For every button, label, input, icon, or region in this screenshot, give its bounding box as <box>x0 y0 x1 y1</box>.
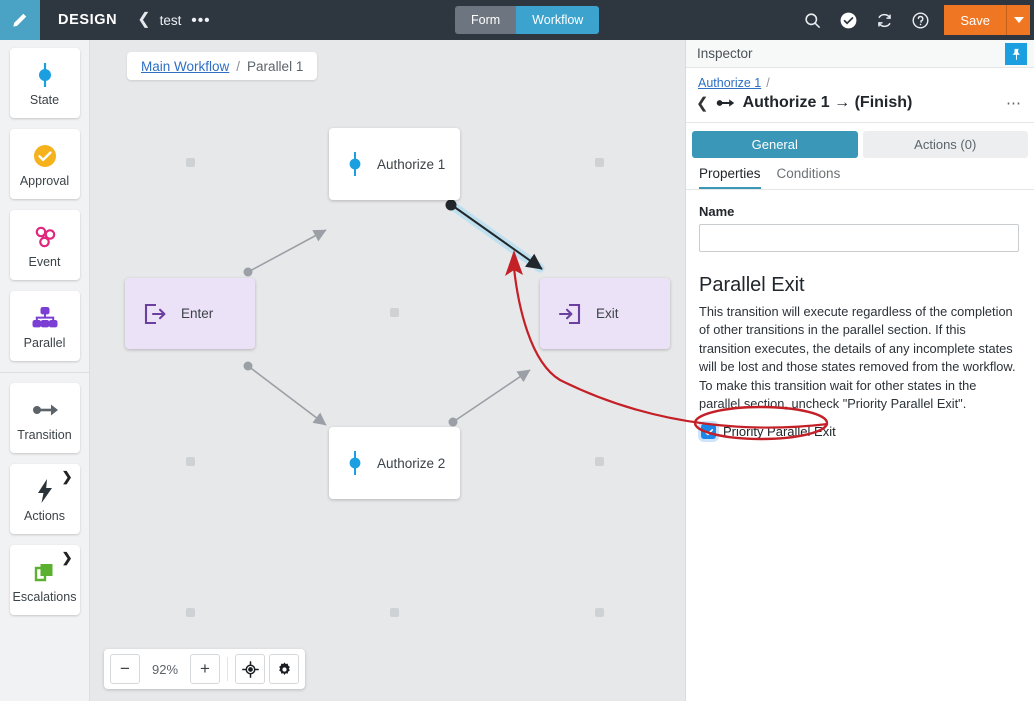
refresh-icon[interactable] <box>866 0 902 40</box>
node-label: Exit <box>596 306 619 321</box>
exit-box-icon <box>558 303 581 324</box>
palette-divider <box>0 372 90 373</box>
canvas-settings-button[interactable] <box>269 654 299 684</box>
transition-arrow-icon <box>30 395 60 425</box>
node-label: Authorize 1 <box>377 156 446 172</box>
node-enter[interactable]: Enter <box>125 278 255 349</box>
breadcrumb-separator: / <box>236 58 241 74</box>
palette-item-approval[interactable]: Approval <box>9 129 80 199</box>
inspector-title: Inspector <box>697 46 753 61</box>
lightning-bolt-icon <box>34 476 56 506</box>
project-name[interactable]: test <box>160 13 182 28</box>
node-label: Authorize 2 <box>377 455 446 471</box>
escalation-squares-icon <box>31 557 59 587</box>
inspector-tabs: General Actions (0) <box>686 123 1034 158</box>
palette-label: Transition <box>17 427 72 442</box>
priority-parallel-exit-checkbox[interactable] <box>701 424 716 440</box>
approval-check-icon <box>32 141 58 171</box>
recenter-button[interactable] <box>235 654 265 684</box>
design-workflow-app: DESIGN ❮ test ••• Form Workflow Save Sta… <box>0 0 1034 701</box>
palette-label: Actions <box>24 508 65 523</box>
state-pin-icon <box>34 60 56 90</box>
palette-label: Escalations <box>12 589 77 604</box>
crosshair-icon <box>241 660 259 678</box>
node-exit[interactable]: Exit <box>540 278 670 349</box>
transition-arrow-icon <box>716 99 734 107</box>
back-chevron-icon[interactable]: ❮ <box>137 12 150 28</box>
chevron-right-icon[interactable]: ❯ <box>62 469 73 485</box>
inspector-subtabs: Properties Conditions <box>686 158 1034 190</box>
check-circle-icon[interactable] <box>830 0 866 40</box>
state-pin-icon <box>349 152 361 176</box>
priority-parallel-exit-row[interactable]: Priority Parallel Exit <box>699 421 840 442</box>
node-authorize-1[interactable]: Authorize 1 <box>329 128 460 200</box>
name-input[interactable] <box>699 224 1019 252</box>
palette-item-event[interactable]: Event <box>9 210 80 280</box>
breadcrumb-current: Parallel 1 <box>247 58 304 74</box>
workflow-canvas[interactable]: Main Workflow / Parallel 1 Authorize 1 E… <box>90 40 685 701</box>
palette-label: State <box>29 92 60 107</box>
tab-actions[interactable]: Actions (0) <box>862 131 1028 158</box>
element-palette: State Approval Event Parallel Transition… <box>0 40 90 701</box>
node-authorize-2[interactable]: Authorize 2 <box>329 427 460 499</box>
palette-label: Event <box>28 254 61 269</box>
zoom-in-button[interactable]: + <box>190 654 220 684</box>
inspector-header: Inspector <box>686 40 1034 68</box>
enter-box-icon <box>144 303 166 324</box>
subtab-properties[interactable]: Properties <box>699 166 761 189</box>
edge-enter-authorize1 <box>247 229 327 273</box>
pencil-icon <box>13 13 27 27</box>
breadcrumb: Main Workflow / Parallel 1 <box>127 52 318 80</box>
toolbar-divider <box>227 657 228 681</box>
checkmark-icon <box>704 428 713 436</box>
tab-general[interactable]: General <box>692 131 858 158</box>
chevron-right-icon[interactable]: ❯ <box>62 550 73 566</box>
parallel-exit-title: Parallel Exit <box>699 274 805 296</box>
inspector-panel: Inspector Authorize 1 / ❮ Authorize 1 → (… <box>685 40 1034 701</box>
tab-workflow[interactable]: Workflow <box>516 6 600 34</box>
node-label: Enter <box>181 306 214 321</box>
palette-item-transition[interactable]: Transition <box>9 383 80 453</box>
zoom-level-label: 92% <box>151 661 179 677</box>
edge-authorize2-exit <box>452 369 531 423</box>
name-label: Name <box>699 204 735 219</box>
zoom-toolbar: − 92% + <box>104 649 305 689</box>
inspector-breadcrumb-separator: / <box>766 76 770 90</box>
subtab-conditions[interactable]: Conditions <box>777 166 841 189</box>
tab-form[interactable]: Form <box>455 6 517 34</box>
palette-item-actions[interactable]: ❯ Actions <box>9 464 80 534</box>
palette-item-parallel[interactable]: Parallel <box>9 291 80 361</box>
app-logo[interactable] <box>0 0 40 40</box>
palette-label: Approval <box>19 173 70 188</box>
inspector-breadcrumb-link[interactable]: Authorize 1 <box>698 76 761 90</box>
zoom-out-button[interactable]: − <box>110 654 140 684</box>
help-icon[interactable] <box>902 0 938 40</box>
top-bar: DESIGN ❮ test ••• Form Workflow Save <box>0 0 1034 40</box>
project-overflow-menu[interactable]: ••• <box>191 12 210 29</box>
inspector-overflow-menu[interactable]: ⋯ <box>1006 94 1022 112</box>
gear-icon <box>278 661 290 675</box>
parallel-branch-icon <box>31 303 59 333</box>
breadcrumb-main-workflow[interactable]: Main Workflow <box>141 59 229 74</box>
priority-parallel-exit-label: Priority Parallel Exit <box>723 424 836 440</box>
brand-label: DESIGN <box>58 12 118 28</box>
event-node-icon <box>31 222 59 252</box>
mode-switch: Form Workflow <box>455 6 600 34</box>
parallel-exit-description: This transition will execute regardless … <box>699 304 1016 412</box>
pin-icon[interactable] <box>1005 43 1027 65</box>
selected-transition-edge <box>452 205 543 270</box>
palette-label: Parallel <box>23 335 66 350</box>
state-pin-icon <box>349 451 361 475</box>
top-bar-actions: Save <box>794 0 1034 40</box>
palette-item-escalations[interactable]: ❯ Escalations <box>9 545 80 615</box>
edge-enter-authorize2 <box>247 365 327 426</box>
save-button[interactable]: Save <box>944 5 1006 35</box>
inspector-heading-row: ❮ Authorize 1 → (Finish) ⋯ <box>686 92 1034 123</box>
palette-item-state[interactable]: State <box>9 48 80 118</box>
inspector-heading: Authorize 1 → (Finish) <box>742 94 913 111</box>
search-icon[interactable] <box>794 0 830 40</box>
inspector-breadcrumb: Authorize 1 / <box>686 68 1034 92</box>
save-dropdown-caret-icon[interactable] <box>1006 5 1030 35</box>
inspector-back-icon[interactable]: ❮ <box>696 94 709 112</box>
